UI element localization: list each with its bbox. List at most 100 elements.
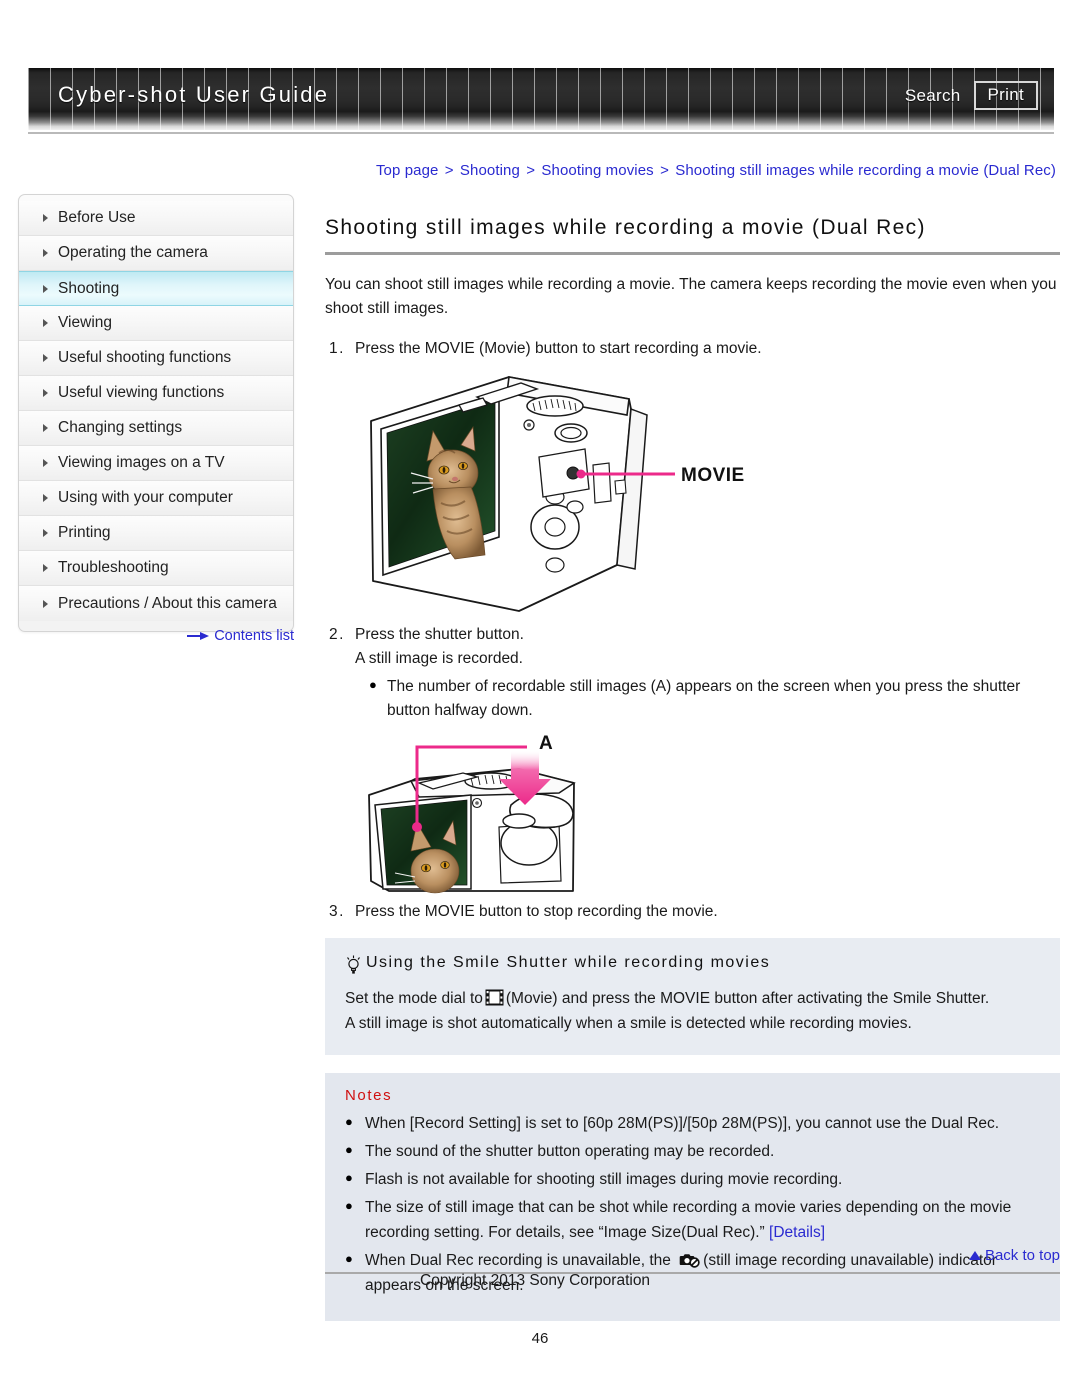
chevron-right-icon (43, 424, 48, 432)
chevron-right-icon (43, 284, 48, 293)
sidebar-navigation: Before Use Operating the camera Shooting… (18, 194, 294, 632)
note-text: Flash is not available for shooting stil… (365, 1170, 843, 1188)
page-title: Shooting still images while recording a … (325, 216, 926, 239)
sidebar-item-shooting[interactable]: Shooting (19, 271, 293, 306)
tip-heading-row: Using the Smile Shutter while recording … (345, 954, 1040, 975)
sidebar-item-label: Troubleshooting (58, 559, 169, 576)
sidebar-item-printing[interactable]: Printing (19, 516, 293, 551)
tip-heading: Using the Smile Shutter while recording … (366, 954, 771, 972)
lightbulb-icon (347, 955, 360, 974)
step-2-number: 2. (329, 626, 345, 644)
step-1: 1. Press the MOVIE (Movie) button to sta… (325, 337, 1060, 361)
note-item: ● Flash is not available for shooting st… (345, 1167, 1040, 1192)
contents-list-link[interactable]: Contents list (18, 628, 294, 644)
bullet-icon: ● (369, 677, 377, 693)
tip-line-2: A still image is shot automatically when… (345, 1014, 912, 1032)
breadcrumb-item-1[interactable]: Shooting (460, 162, 520, 179)
contents-list-label: Contents list (214, 628, 294, 644)
breadcrumb-item-2[interactable]: Shooting movies (541, 162, 653, 179)
camera-movie-button-figure: MOVIE (359, 369, 779, 619)
site-header: Cyber-shot User Guide Search Print (28, 68, 1054, 138)
bullet-icon: ● (345, 1169, 353, 1185)
camera-illustration: MOVIE (370, 376, 744, 612)
step-2-text: Press the shutter button. (355, 626, 524, 644)
sidebar-item-using-with-your-computer[interactable]: Using with your computer (19, 481, 293, 516)
step-2-subtext: A still image is recorded. (355, 650, 523, 668)
copyright-text: Copyright 2013 Sony Corporation (420, 1272, 651, 1289)
sidebar-item-label: Printing (58, 524, 111, 541)
sidebar-item-label: Using with your computer (58, 489, 233, 506)
step-2-note: ● The number of recordable still images … (355, 675, 1060, 723)
breadcrumb-separator: > (444, 162, 454, 179)
note-text: The size of still image that can be shot… (365, 1199, 1012, 1242)
breadcrumb-item-3[interactable]: Shooting still images while recording a … (675, 162, 1056, 179)
tip-line-1: Set the mode dial to (Movie) and press th… (345, 987, 1040, 1012)
sidebar-item-useful-shooting-functions[interactable]: Useful shooting functions (19, 341, 293, 376)
note-text: The sound of the shutter button operatin… (365, 1142, 775, 1160)
chevron-right-icon (43, 214, 48, 222)
chevron-right-icon (43, 459, 48, 467)
sidebar-item-troubleshooting[interactable]: Troubleshooting (19, 551, 293, 586)
bullet-icon: ● (345, 1198, 353, 1214)
svg-text:A: A (539, 733, 553, 754)
breadcrumb-separator: > (526, 162, 536, 179)
step-3-number: 3. (329, 903, 345, 921)
notes-heading: Notes (345, 1086, 393, 1104)
sidebar-item-label: Viewing images on a TV (58, 454, 225, 471)
chevron-right-icon (43, 249, 48, 257)
sidebar-item-label: Useful viewing functions (58, 384, 225, 401)
note-item: ● When [Record Setting] is set to [60p 2… (345, 1111, 1040, 1136)
step-2: 2. Press the shutter button. A still ima… (325, 623, 1060, 723)
header-divider (28, 132, 1054, 134)
sidebar-item-viewing-images-on-a-tv[interactable]: Viewing images on a TV (19, 446, 293, 481)
step-3: 3. Press the MOVIE button to stop record… (325, 900, 1060, 924)
camera-shutter-illustration: A (368, 733, 576, 894)
step-3-text: Press the MOVIE button to stop recording… (355, 903, 718, 921)
main-content: Shooting still images while recording a … (325, 216, 1060, 1322)
tip-line-1-after: (Movie) and press the MOVIE button after… (505, 990, 990, 1008)
tip-line-1-before: Set the mode dial to (345, 990, 483, 1008)
still-image-unavailable-icon (679, 1254, 700, 1268)
sidebar-item-label: Before Use (58, 209, 136, 226)
chevron-right-icon (43, 319, 48, 327)
tip-section: Using the Smile Shutter while recording … (325, 938, 1060, 1055)
shutter-button-figure: A (359, 731, 659, 896)
sidebar-item-useful-viewing-functions[interactable]: Useful viewing functions (19, 376, 293, 411)
sidebar-item-label: Changing settings (58, 419, 183, 436)
sidebar-item-before-use[interactable]: Before Use (19, 201, 293, 236)
sidebar-item-changing-settings[interactable]: Changing settings (19, 411, 293, 446)
sidebar-item-operating-the-camera[interactable]: Operating the camera (19, 236, 293, 271)
sidebar-item-label: Precautions / About this camera (58, 594, 277, 612)
breadcrumb: Top page > Shooting > Shooting movies > … (376, 162, 1056, 179)
back-to-top-label: Back to top (984, 1247, 1060, 1264)
chevron-right-icon (43, 599, 48, 608)
chevron-right-icon (43, 389, 48, 397)
movie-mode-icon (485, 989, 504, 1006)
site-title: Cyber-shot User Guide (58, 82, 330, 107)
sidebar-item-viewing[interactable]: Viewing (19, 306, 293, 341)
sidebar-item-label: Useful shooting functions (58, 349, 232, 366)
triangle-up-icon (968, 1251, 981, 1260)
chevron-right-icon (43, 564, 48, 572)
note-item: ● The sound of the shutter button operat… (345, 1139, 1040, 1164)
intro-paragraph: You can shoot still images while recordi… (325, 276, 1057, 318)
title-divider (325, 252, 1060, 255)
back-to-top-link[interactable]: Back to top (968, 1247, 1060, 1264)
step-1-text: Press the MOVIE (Movie) button to start … (355, 340, 762, 358)
details-link[interactable]: [Details] (769, 1224, 825, 1241)
breadcrumb-item-0[interactable]: Top page (376, 162, 439, 179)
print-button[interactable]: Print (973, 81, 1038, 110)
chevron-right-icon (43, 354, 48, 362)
note-text: When [Record Setting] is set to [60p 28M… (365, 1114, 1000, 1132)
breadcrumb-separator: > (660, 162, 669, 179)
chevron-right-icon (43, 529, 48, 537)
header-actions: Search Print (905, 81, 1038, 110)
note-item: ● The size of still image that can be sh… (345, 1195, 1040, 1245)
search-button[interactable]: Search (905, 86, 961, 106)
page-number: 46 (531, 1330, 549, 1347)
step-2-note-text: The number of recordable still images (A… (387, 678, 1021, 720)
bullet-icon: ● (345, 1141, 353, 1157)
sidebar-item-precautions-about-this-camera[interactable]: Precautions / About this camera (19, 586, 293, 621)
sidebar-item-label: Viewing (58, 314, 113, 331)
step-1-number: 1. (329, 340, 345, 358)
